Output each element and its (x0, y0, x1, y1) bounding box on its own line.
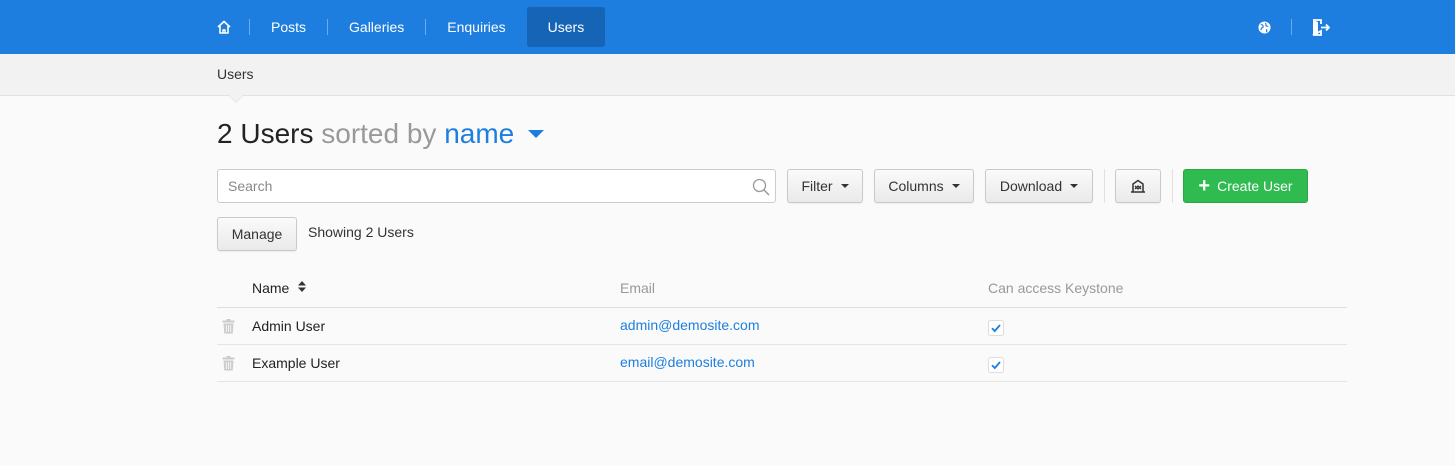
toolbar-separator (1172, 169, 1173, 203)
item-count: 2 Users (217, 118, 314, 149)
sign-out-icon (1312, 18, 1330, 36)
download-button-label: Download (999, 178, 1063, 194)
search-field (217, 169, 776, 203)
search-icon (752, 178, 770, 196)
user-email[interactable]: admin@demosite.com (620, 317, 760, 333)
sort-field-label: name (444, 118, 515, 149)
download-button[interactable]: Download (985, 169, 1093, 203)
nav-item-galleries[interactable]: Galleries (328, 7, 425, 47)
expand-table-icon (1131, 179, 1145, 193)
columns-button-label: Columns (888, 178, 944, 194)
table-header: Name Email Can access Keystone (217, 270, 1347, 308)
nav-item-enquiries[interactable]: Enquiries (426, 7, 526, 47)
caret-down-icon (951, 184, 960, 188)
table-row[interactable]: Admin User admin@demosite.com (217, 308, 1347, 345)
breadcrumb: Users (0, 54, 1455, 96)
caret-down-icon (1070, 184, 1079, 188)
results-count: Showing 2 Users (308, 224, 414, 240)
secondary-nav (1238, 7, 1350, 47)
sort-icon (298, 281, 307, 292)
nav-item-users[interactable]: Users (526, 7, 606, 47)
nav-item-posts[interactable]: Posts (250, 7, 327, 47)
toolbar-separator (1104, 169, 1105, 203)
caret-down-icon (528, 130, 545, 138)
checkbox-checked-icon (988, 320, 1004, 336)
table-row[interactable]: Example User email@demosite.com (217, 345, 1347, 382)
create-user-button[interactable]: + Create User (1183, 169, 1308, 203)
column-header-name[interactable]: Name (252, 280, 307, 296)
user-name[interactable]: Admin User (252, 318, 325, 334)
globe-icon (1258, 20, 1271, 34)
manage-button-label: Manage (231, 226, 283, 242)
sort-field-dropdown[interactable]: name (444, 118, 545, 149)
home-icon (217, 20, 231, 34)
column-header-can-access-keystone[interactable]: Can access Keystone (988, 280, 1123, 296)
view-site-link[interactable] (1238, 7, 1291, 47)
breadcrumb-current[interactable]: Users (217, 66, 254, 82)
sorted-by-label: sorted by (321, 118, 437, 149)
manage-button[interactable]: Manage (217, 217, 297, 251)
columns-button[interactable]: Columns (874, 169, 974, 203)
column-header-name-label: Name (252, 280, 290, 296)
expand-table-button[interactable] (1115, 169, 1161, 203)
filter-button-label: Filter (801, 178, 833, 194)
breadcrumb-pointer-inner (229, 95, 243, 102)
checkbox-checked-icon (988, 357, 1004, 373)
primary-nav: Posts Galleries Enquiries Users (200, 7, 606, 47)
user-name[interactable]: Example User (252, 355, 340, 371)
user-email[interactable]: email@demosite.com (620, 354, 755, 370)
top-navbar: Posts Galleries Enquiries Users (0, 0, 1455, 54)
caret-down-icon (840, 184, 849, 188)
search-input[interactable] (218, 170, 775, 202)
sign-out-link[interactable] (1292, 7, 1350, 47)
plus-icon: + (1198, 175, 1211, 197)
create-user-label: Create User (1217, 178, 1293, 194)
column-header-email[interactable]: Email (620, 280, 655, 296)
filter-button[interactable]: Filter (787, 169, 863, 203)
page-title: 2 Users sorted by name (217, 118, 545, 150)
trash-icon[interactable] (222, 319, 235, 334)
trash-icon[interactable] (222, 356, 235, 371)
home-link[interactable] (200, 7, 249, 47)
